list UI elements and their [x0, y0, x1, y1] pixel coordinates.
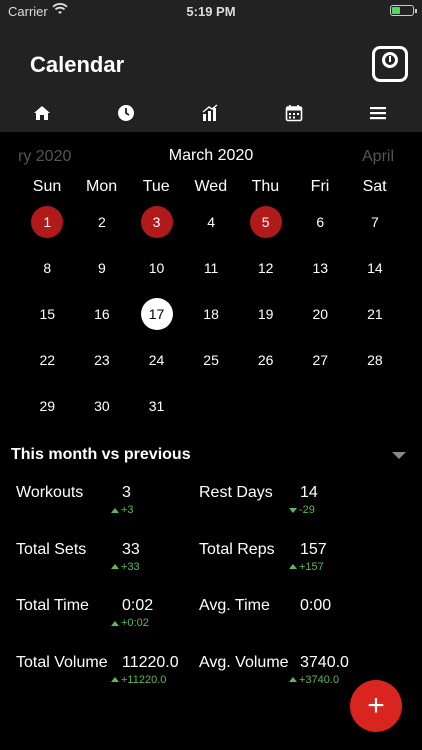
- calendar-day[interactable]: 29: [31, 390, 63, 422]
- clock-icon: [118, 105, 134, 121]
- stat-value: 14: [300, 484, 318, 501]
- battery-icon: [390, 5, 417, 16]
- stat-delta-value: +33: [121, 560, 140, 573]
- weekday-header: Sun Mon Tue Wed Thu Fri Sat: [20, 178, 402, 198]
- up-arrow-icon: [111, 507, 119, 513]
- stat-label: Total Sets: [16, 540, 87, 558]
- menu-icon: [370, 107, 386, 120]
- calendar-day[interactable]: 4: [195, 206, 227, 238]
- stat-label: Total Time: [16, 597, 89, 614]
- stat-value: 3740.0: [300, 653, 349, 671]
- calendar-day[interactable]: 2: [86, 206, 118, 238]
- scale-button[interactable]: [372, 46, 408, 82]
- status-bar: Carrier 5:19 PM: [0, 0, 422, 22]
- stat-value: 33: [122, 540, 140, 558]
- stat-delta: +11220.0: [111, 674, 166, 686]
- stat-label: Avg. Volume: [199, 653, 289, 671]
- calendar-day[interactable]: 31: [141, 390, 173, 422]
- tab-bar: [0, 94, 422, 132]
- up-arrow-icon: [289, 677, 297, 682]
- up-arrow-icon: [111, 620, 119, 626]
- stat-label: Total Reps: [199, 540, 275, 558]
- calendar-day[interactable]: 3: [140, 206, 173, 238]
- up-arrow-icon: [111, 564, 119, 569]
- calendar-day[interactable]: 15: [31, 298, 63, 330]
- calendar-day[interactable]: 8: [31, 252, 63, 284]
- tab-home[interactable]: [0, 94, 84, 132]
- calendar-day[interactable]: 25: [195, 344, 227, 376]
- calendar-day[interactable]: 18: [195, 298, 227, 330]
- page-title: Calendar: [30, 52, 125, 77]
- stat-delta-value: +157: [299, 560, 324, 573]
- stat-value: 0:00: [300, 597, 332, 614]
- tab-calendar[interactable]: [252, 94, 336, 132]
- calendar-day[interactable]: 23: [86, 344, 118, 376]
- stat-delta: +3740.0: [289, 674, 339, 686]
- chart-icon: [202, 104, 218, 121]
- stat-delta: +33: [111, 561, 140, 573]
- stat-delta-value: +3: [121, 504, 134, 516]
- stat-label: Rest Days: [199, 484, 273, 501]
- stat-label: Total Volume: [16, 653, 108, 671]
- tab-menu[interactable]: [336, 94, 420, 132]
- calendar-day[interactable]: 9: [86, 252, 118, 284]
- calendar-icon: [285, 105, 303, 122]
- stat-delta: -29: [289, 504, 315, 516]
- app-header: Calendar: [0, 22, 422, 94]
- stat-label: Workouts: [16, 484, 84, 501]
- calendar-day[interactable]: 1: [31, 206, 64, 238]
- stat-value: 0:02: [122, 597, 154, 614]
- stat-value: 157: [300, 540, 327, 558]
- next-month-label[interactable]: April: [362, 148, 394, 166]
- stat-delta: +3: [111, 504, 134, 516]
- calendar-day[interactable]: 22: [31, 344, 63, 376]
- stat-delta: +157: [289, 561, 324, 573]
- calendar-day[interactable]: 5: [249, 206, 282, 238]
- weekday-label: Sun: [32, 178, 62, 195]
- status-time: 5:19 PM: [186, 4, 236, 19]
- tab-stats[interactable]: [168, 94, 252, 132]
- collapse-caret-icon[interactable]: [392, 452, 406, 459]
- plus-icon: +: [367, 689, 385, 722]
- weekday-label: Fri: [310, 178, 330, 195]
- calendar-day[interactable]: 11: [195, 252, 227, 284]
- stat-label: Avg. Time: [199, 597, 270, 614]
- calendar-day[interactable]: 24: [141, 344, 173, 376]
- calendar-day[interactable]: 10: [141, 252, 173, 284]
- calendar-day[interactable]: 13: [304, 252, 336, 284]
- home-icon: [34, 106, 50, 120]
- calendar-day[interactable]: 17: [140, 298, 173, 330]
- weekday-label: Wed: [194, 178, 228, 195]
- stat-delta-value: +11220.0: [121, 673, 167, 686]
- up-arrow-icon: [289, 564, 297, 569]
- calendar-day[interactable]: 14: [359, 252, 391, 284]
- calendar-day[interactable]: 30: [86, 390, 118, 422]
- stat-delta-value: -29: [299, 504, 315, 516]
- calendar-day[interactable]: 20: [304, 298, 336, 330]
- weekday-label: Sat: [362, 178, 387, 195]
- current-month-label: March 2020: [168, 147, 254, 164]
- weekday-label: Thu: [251, 178, 280, 195]
- calendar-day[interactable]: 19: [250, 298, 282, 330]
- calendar-day[interactable]: 28: [359, 344, 391, 376]
- stat-delta: +0:02: [111, 617, 149, 629]
- weekday-label: Mon: [86, 178, 118, 195]
- weekday-label: Tue: [142, 178, 170, 195]
- calendar-day[interactable]: 12: [250, 252, 282, 284]
- calendar-day[interactable]: 16: [86, 298, 118, 330]
- stat-delta-value: +3740.0: [299, 673, 340, 686]
- comparison-title: This month vs previous: [11, 446, 191, 463]
- stat-value: 3: [122, 484, 131, 501]
- stat-value: 11220.0: [122, 653, 179, 671]
- calendar-day[interactable]: 6: [304, 206, 336, 238]
- calendar-day[interactable]: 27: [304, 344, 336, 376]
- calendar-day[interactable]: 7: [359, 206, 391, 238]
- stat-delta-value: +0:02: [121, 617, 149, 629]
- add-workout-button[interactable]: +: [350, 680, 402, 732]
- calendar-day[interactable]: 21: [359, 298, 391, 330]
- tab-history[interactable]: [84, 94, 168, 132]
- calendar-day[interactable]: 26: [250, 344, 282, 376]
- down-arrow-icon: [289, 507, 297, 513]
- up-arrow-icon: [111, 677, 119, 682]
